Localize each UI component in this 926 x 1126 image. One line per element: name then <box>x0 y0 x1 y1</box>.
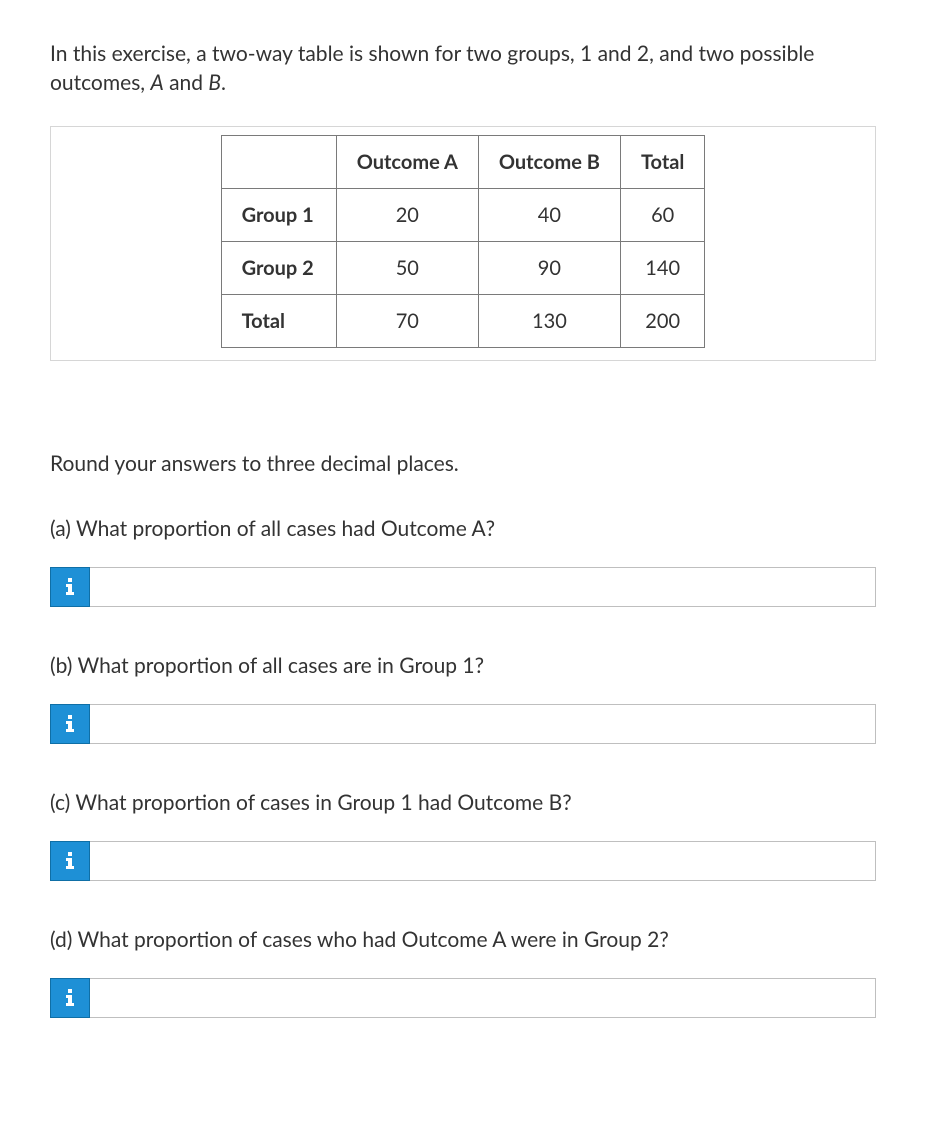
table-row: Group 2 50 90 140 <box>221 241 705 294</box>
answer-row-d <box>50 978 876 1018</box>
intro-suffix: . <box>221 70 226 95</box>
intro-em-a: A <box>150 70 163 95</box>
question-b: (b) What proportion of all cases are in … <box>50 653 876 678</box>
table-cell: 70 <box>336 294 478 347</box>
table-cell: 90 <box>478 241 620 294</box>
info-button-c[interactable] <box>50 841 90 881</box>
intro-text: In this exercise, a two-way table is sho… <box>50 39 876 98</box>
question-d: (d) What proportion of cases who had Out… <box>50 927 876 952</box>
table-header-row: Outcome A Outcome B Total <box>221 135 705 188</box>
info-icon <box>63 989 77 1007</box>
answer-input-b[interactable] <box>90 704 876 744</box>
table-cell: 50 <box>336 241 478 294</box>
question-a: (a) What proportion of all cases had Out… <box>50 516 876 541</box>
answer-input-c[interactable] <box>90 841 876 881</box>
table-cell: 20 <box>336 188 478 241</box>
col-header-total: Total <box>620 135 704 188</box>
answer-input-a[interactable] <box>90 567 876 607</box>
intro-mid: and <box>164 70 209 95</box>
two-way-table: Outcome A Outcome B Total Group 1 20 40 … <box>221 135 706 348</box>
table-cell: 40 <box>478 188 620 241</box>
table-blank-cell <box>221 135 336 188</box>
info-button-b[interactable] <box>50 704 90 744</box>
info-icon <box>63 852 77 870</box>
info-button-d[interactable] <box>50 978 90 1018</box>
answer-row-c <box>50 841 876 881</box>
table-cell: 200 <box>620 294 704 347</box>
info-icon <box>63 578 77 596</box>
table-cell: 130 <box>478 294 620 347</box>
answer-input-d[interactable] <box>90 978 876 1018</box>
rounding-instruction: Round your answers to three decimal plac… <box>50 451 876 476</box>
table-cell: 140 <box>620 241 704 294</box>
row-header-group-1: Group 1 <box>221 188 336 241</box>
table-inner: Outcome A Outcome B Total Group 1 20 40 … <box>63 135 863 348</box>
info-icon <box>63 715 77 733</box>
row-header-total: Total <box>221 294 336 347</box>
question-c: (c) What proportion of cases in Group 1 … <box>50 790 876 815</box>
table-row: Group 1 20 40 60 <box>221 188 705 241</box>
exercise-container: In this exercise, a two-way table is sho… <box>0 0 926 1048</box>
table-cell: 60 <box>620 188 704 241</box>
table-row: Total 70 130 200 <box>221 294 705 347</box>
table-card: Outcome A Outcome B Total Group 1 20 40 … <box>50 126 876 361</box>
intro-em-b: B <box>208 70 221 95</box>
answer-row-b <box>50 704 876 744</box>
row-header-group-2: Group 2 <box>221 241 336 294</box>
answer-row-a <box>50 567 876 607</box>
col-header-outcome-b: Outcome B <box>478 135 620 188</box>
info-button-a[interactable] <box>50 567 90 607</box>
col-header-outcome-a: Outcome A <box>336 135 478 188</box>
